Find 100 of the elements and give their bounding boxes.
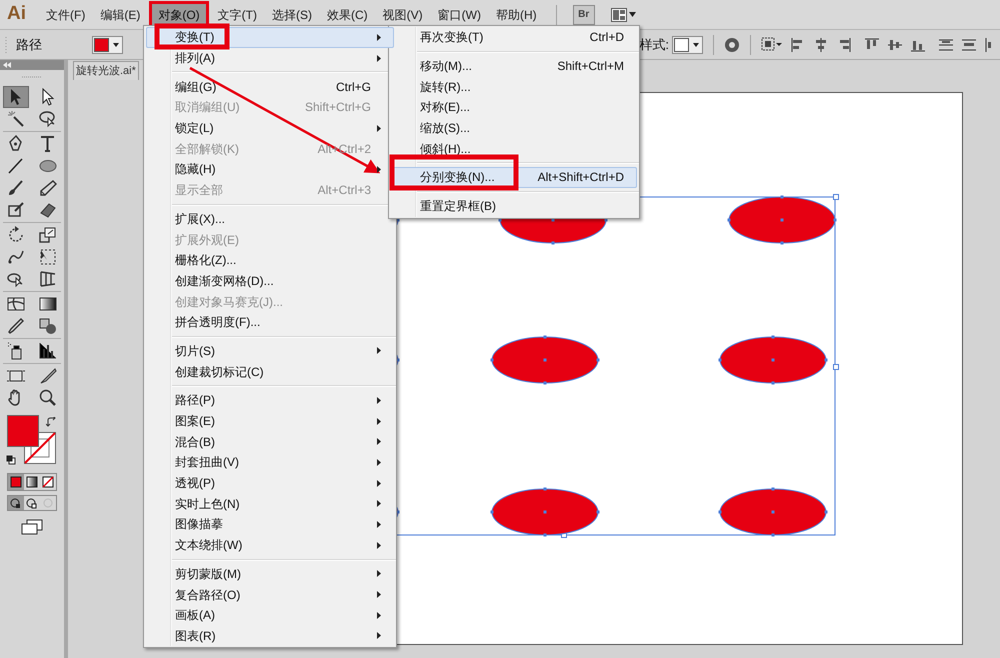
scale-icon xyxy=(38,225,58,245)
menu-option-label: 封套扭曲(V) xyxy=(175,454,239,472)
menu-option-label: 透视(P) xyxy=(175,475,215,492)
menu-option[interactable]: 栅格化(Z)... xyxy=(146,250,394,271)
swap-icon[interactable] xyxy=(46,417,56,427)
menu-option[interactable]: 创建裁切标记(C) xyxy=(146,361,394,382)
perspective-grid-icon xyxy=(38,269,58,289)
free-transform-icon xyxy=(38,247,58,267)
shortcut-label: Ctrl+G xyxy=(336,78,371,96)
menu-option-label: 剪切蒙版(M) xyxy=(175,566,241,583)
grip-icon xyxy=(22,75,42,79)
menu-option-label: 图像描摹 xyxy=(175,516,223,534)
menu-option-label: 全部解锁(K) xyxy=(175,140,239,158)
menu-option[interactable]: 再次变换(T) Ctrl+D xyxy=(391,27,637,48)
blend-icon xyxy=(38,316,58,336)
menu-option-label: 移动(M)... xyxy=(420,58,472,76)
shortcut-label: Shift+Ctrl+M xyxy=(557,58,624,76)
menu-item[interactable]: 视图(V) xyxy=(376,0,429,28)
align-center-icon[interactable] xyxy=(813,36,829,52)
screen-mode-icon[interactable] xyxy=(21,519,43,535)
menu-option[interactable]: 图表(R) xyxy=(146,626,394,646)
distribute-icon[interactable] xyxy=(938,36,954,52)
menu-option[interactable]: 缩放(S)... xyxy=(391,118,637,138)
document-tab[interactable]: 旋转光波.ai* xyxy=(73,61,139,80)
recolor-icon[interactable] xyxy=(724,36,740,52)
menu-option[interactable]: 图像描摹 xyxy=(146,514,394,535)
menu-option[interactable]: 文本绕排(W) xyxy=(146,534,394,556)
menu-option[interactable]: 扩展(X)... xyxy=(146,208,394,230)
menu-item[interactable]: 效果(C) xyxy=(320,0,374,28)
menu-option-label: 复合路径(O) xyxy=(175,586,240,604)
menu-item[interactable]: 选择(S) xyxy=(266,0,318,28)
gradient-mode-icon[interactable] xyxy=(24,474,40,490)
menu-option[interactable]: 移动(M)... Shift+Ctrl+M xyxy=(391,56,637,76)
menu-option-label: 显示全部 xyxy=(175,182,223,200)
color-mode-icon[interactable] xyxy=(8,474,24,490)
none-mode-icon[interactable] xyxy=(40,474,56,490)
menu-item[interactable]: 文字(T) xyxy=(212,0,263,28)
layout-icon xyxy=(610,8,627,22)
align-to-icon[interactable] xyxy=(761,36,783,52)
menu-option[interactable]: 剪切蒙版(M) xyxy=(146,564,394,584)
menu-option[interactable]: 隐藏(H) xyxy=(146,159,394,180)
menu-option[interactable]: 重置定界框(B) xyxy=(391,196,637,216)
distribute-icon[interactable] xyxy=(961,36,977,52)
menu-option-label: 扩展(X)... xyxy=(175,210,225,228)
app-logo: Ai xyxy=(7,2,26,26)
fill-swatch[interactable] xyxy=(7,415,39,447)
menu-option-label: 创建对象马赛克(J)... xyxy=(175,294,283,311)
menu-option-label: 编组(G) xyxy=(175,78,216,96)
menu-item[interactable]: 编辑(E) xyxy=(94,0,146,28)
graphic-style-dropdown[interactable] xyxy=(672,36,703,54)
menu-option-label: 倾斜(H)... xyxy=(420,140,471,158)
menu-option[interactable]: 对称(E)... xyxy=(391,97,637,118)
column-graph-icon xyxy=(38,341,58,361)
menu-option-label: 混合(B) xyxy=(175,434,215,451)
menu-option-label: 路径(P) xyxy=(175,392,215,410)
draw-normal-icon[interactable] xyxy=(8,496,24,510)
menu-option-label: 创建裁切标记(C) xyxy=(175,364,264,381)
menu-option[interactable]: 混合(B) xyxy=(146,431,394,452)
menu-option-label: 切片(S) xyxy=(175,342,215,360)
menu-option[interactable]: 复合路径(O) xyxy=(146,584,394,605)
menu-option-label: 创建渐变网格(D)... xyxy=(175,272,274,290)
menu-option-label: 栅格化(Z)... xyxy=(175,252,236,270)
menu-option[interactable]: 切片(S) xyxy=(146,340,394,362)
object-type-label: 路径 xyxy=(16,36,42,54)
menu-option[interactable]: 透视(P) xyxy=(146,472,394,494)
style-swatch xyxy=(674,38,689,52)
default-colors-icon[interactable] xyxy=(6,455,16,465)
menu-option[interactable]: 倾斜(H)... xyxy=(391,138,637,160)
menu-option-label: 排列(A) xyxy=(175,50,215,68)
grip-icon xyxy=(4,36,8,54)
slice-icon xyxy=(38,366,58,386)
menu-option-label: 文本绕排(W) xyxy=(175,537,242,554)
menu-option[interactable]: 排列(A) xyxy=(146,48,394,68)
menu-option[interactable]: 变换(T) xyxy=(146,27,394,48)
menu-item[interactable]: 窗口(W) xyxy=(432,0,487,28)
menu-option-label: 画板(A) xyxy=(175,607,215,624)
menu-option[interactable]: 封套扭曲(V) xyxy=(146,452,394,473)
menu-item[interactable]: 帮助(H) xyxy=(490,0,543,28)
menu-option[interactable]: 画板(A) xyxy=(146,604,394,626)
menu-option-label: 对称(E)... xyxy=(420,99,470,116)
eyedropper-icon xyxy=(6,316,26,336)
menu-option[interactable]: 图案(E) xyxy=(146,410,394,432)
collapse-icon[interactable] xyxy=(3,62,11,68)
menu-option[interactable]: 实时上色(N) xyxy=(146,493,394,514)
menu-option[interactable]: 路径(P) xyxy=(146,390,394,411)
menu-option[interactable]: 旋转(R)... xyxy=(391,76,637,98)
bridge-button[interactable]: Br xyxy=(572,4,595,24)
menu-option[interactable]: 编组(G) Ctrl+G xyxy=(146,76,394,98)
menu-option[interactable]: 创建渐变网格(D)... xyxy=(146,270,394,292)
menu-option-label: 分别变换(N)... xyxy=(420,169,495,186)
menu-option[interactable]: 拼合透明度(F)... xyxy=(146,312,394,333)
bounding-box-handle[interactable] xyxy=(833,364,839,370)
shortcut-label: Alt+Ctrl+3 xyxy=(318,182,371,200)
shortcut-label: Shift+Ctrl+G xyxy=(304,99,371,116)
menu-option[interactable]: 锁定(L) xyxy=(146,118,394,138)
fill-color-dropdown[interactable] xyxy=(92,36,123,54)
menu-option-label: 扩展外观(E) xyxy=(175,232,239,249)
menu-option-label: 再次变换(T) xyxy=(420,29,484,46)
menu-item[interactable]: 文件(F) xyxy=(40,0,92,28)
bounding-box-handle[interactable] xyxy=(833,194,839,200)
